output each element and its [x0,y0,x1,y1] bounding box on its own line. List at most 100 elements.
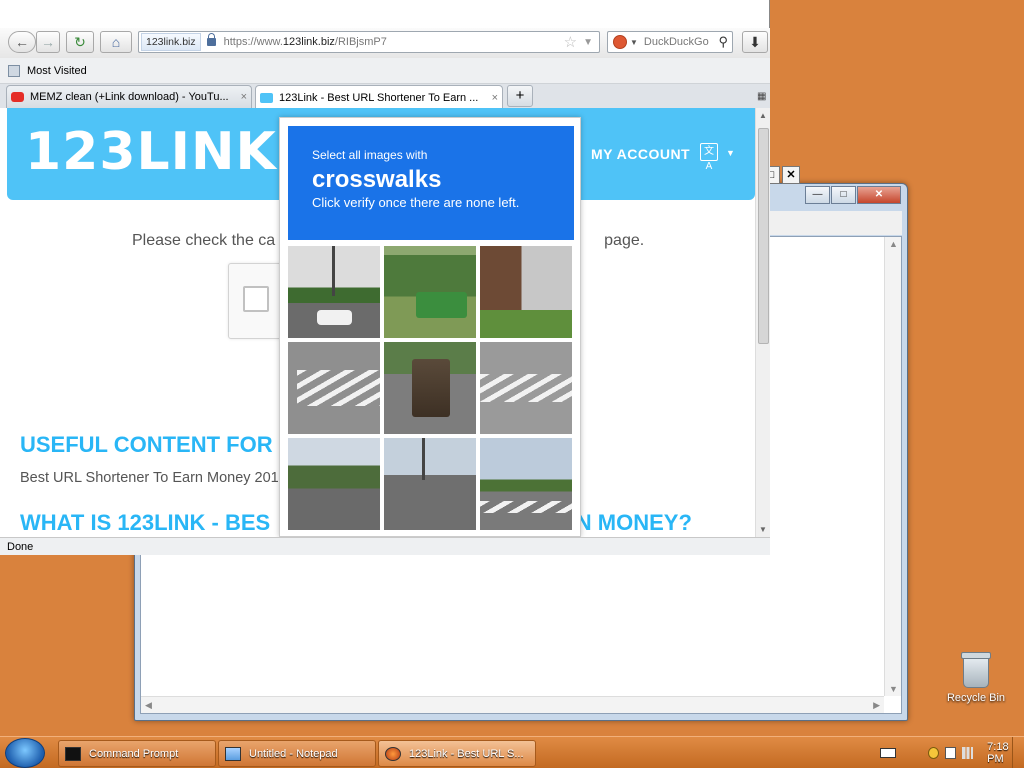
search-engine-dropdown-icon[interactable]: ▼ [630,38,638,47]
taskbar-item-notepad[interactable]: Untitled - Notepad [218,740,376,767]
search-icon[interactable]: ⚲ [718,34,728,50]
site-identity-button[interactable]: 123link.biz [141,33,201,51]
close-button[interactable]: ✕ [857,186,901,204]
page-vertical-scrollbar[interactable]: ▲ ▼ [755,108,770,537]
maximize-button[interactable]: □ [831,186,856,204]
captcha-sub-instruction: Click verify once there are none left. [312,195,520,210]
tab-youtube[interactable]: MEMZ clean (+Link download) - YouTu... × [6,85,252,108]
firefox-icon [385,746,401,761]
youtube-icon [11,92,24,102]
lock-icon [206,33,216,46]
scroll-down-arrow-icon[interactable]: ▼ [889,684,898,694]
captcha-target-word: crosswalks [312,166,442,193]
car-image [317,310,353,326]
notepad-window-controls: — □ ✕ [805,186,901,204]
recaptcha-checkbox[interactable] [243,286,269,312]
language-icon[interactable]: 文A [700,143,718,172]
taskbar-item-label: Untitled - Notepad [249,747,338,760]
scrollbar-thumb[interactable] [758,128,769,344]
taskbar-item-label: Command Prompt [89,747,179,760]
traffic-pole [422,438,425,480]
new-tab-button[interactable]: + [507,85,533,107]
site-logo[interactable]: 123LINK [25,122,277,182]
captcha-tile[interactable] [384,246,476,338]
tab-123link[interactable]: 123Link - Best URL Shortener To Earn ...… [255,85,503,109]
bookmark-star-icon[interactable]: ☆ [564,33,577,51]
scroll-down-arrow-icon[interactable]: ▼ [759,525,767,534]
taskbar: Command Prompt Untitled - Notepad 123Lin… [0,736,1024,768]
firefox-window: ← → ↻ ⌂ 123link.biz https://www.123link.… [0,0,770,555]
download-button[interactable]: ⬇ [742,31,768,53]
home-button[interactable]: ⌂ [100,31,132,53]
reload-button[interactable]: ↻ [66,31,94,53]
url-prefix: https://www. [223,36,283,48]
crosswalk-stripes [480,500,572,514]
captcha-tile[interactable] [480,342,572,434]
captcha-tile[interactable] [480,246,572,338]
tab-label: MEMZ clean (+Link download) - YouTu... [30,91,229,103]
tab-list-icon[interactable]: ▦ [757,91,766,102]
captcha-tile[interactable] [288,246,380,338]
crosswalk-stripes [297,369,380,407]
url-domain: 123link.biz [282,36,335,48]
tab-strip: MEMZ clean (+Link download) - YouTu... ×… [0,84,770,109]
url-history-dropdown-icon[interactable]: ▼ [583,37,593,48]
captcha-tile[interactable] [288,438,380,530]
chevron-down-icon[interactable]: ▼ [726,148,735,158]
url-bar[interactable]: 123link.biz https://www.123link.biz/RIBj… [138,31,600,53]
bookmark-most-visited[interactable]: Most Visited [27,65,87,77]
traffic-pole [332,246,335,296]
site-identity-label: 123link.biz [146,36,196,48]
action-center-flag-icon[interactable] [945,747,957,759]
system-tray: 7:18 PM [876,737,1024,768]
command-prompt-icon [65,746,81,761]
heading-useful-content: USEFUL CONTENT FOR [20,432,273,457]
tab-close-icon[interactable]: × [237,91,247,103]
url-text[interactable]: https://www.123link.biz/RIBjsmP7 [224,36,387,48]
notepad-horizontal-scrollbar[interactable]: ◀ ▶ [141,696,884,713]
duckduckgo-icon[interactable] [613,35,627,49]
scroll-up-arrow-icon[interactable]: ▲ [889,239,898,249]
captcha-tile[interactable] [384,342,476,434]
background-close-button[interactable]: ✕ [782,166,800,184]
scroll-left-arrow-icon[interactable]: ◀ [145,700,152,711]
captcha-instruction: Select all images with [312,148,428,162]
captcha-tile[interactable] [384,438,476,530]
url-path: /RIBjsmP7 [334,36,387,48]
tab-close-icon[interactable]: × [488,92,498,104]
captcha-header: Select all images with crosswalks Click … [288,126,574,240]
captcha-tile[interactable] [480,438,572,530]
my-account-link[interactable]: MY ACCOUNT [591,146,690,162]
start-button[interactable] [5,738,45,768]
crosswalk-stripes [480,374,572,402]
notepad-vertical-scrollbar[interactable]: ▲ ▼ [884,237,901,696]
search-placeholder: DuckDuckGo [643,36,709,48]
back-button[interactable]: ← [8,31,36,53]
taskbar-item-label: 123Link - Best URL S... [409,747,524,760]
scroll-right-arrow-icon[interactable]: ▶ [873,700,880,711]
forward-button[interactable]: → [36,31,60,53]
navigation-toolbar: ← → ↻ ⌂ 123link.biz https://www.123link.… [0,28,770,58]
show-desktop-button[interactable] [1012,737,1024,768]
most-visited-icon [8,64,20,77]
network-icon[interactable] [962,747,974,759]
captcha-image-grid [288,246,574,532]
scroll-up-arrow-icon[interactable]: ▲ [759,111,767,120]
123link-favicon-icon [260,92,273,103]
recycle-bin-label: Recycle Bin [946,692,1006,704]
captcha-tile[interactable] [288,342,380,434]
taskbar-item-command-prompt[interactable]: Command Prompt [58,740,216,767]
search-bar[interactable]: ▼ DuckDuckGo ⚲ [607,31,733,53]
notepad-icon [225,746,241,761]
recycle-bin-icon[interactable]: Recycle Bin [940,652,1012,704]
minimize-button[interactable]: — [805,186,830,204]
tab-label: 123Link - Best URL Shortener To Earn ... [279,91,479,104]
keyboard-icon[interactable] [880,748,897,758]
truck-image [416,292,467,318]
bookmarks-toolbar: Most Visited [0,58,770,84]
taskbar-item-firefox[interactable]: 123Link - Best URL S... [378,740,536,767]
truck-image [411,358,451,418]
status-bar: Done [0,537,770,555]
trash-icon [961,652,991,688]
bitcoin-tray-icon[interactable] [928,747,940,759]
